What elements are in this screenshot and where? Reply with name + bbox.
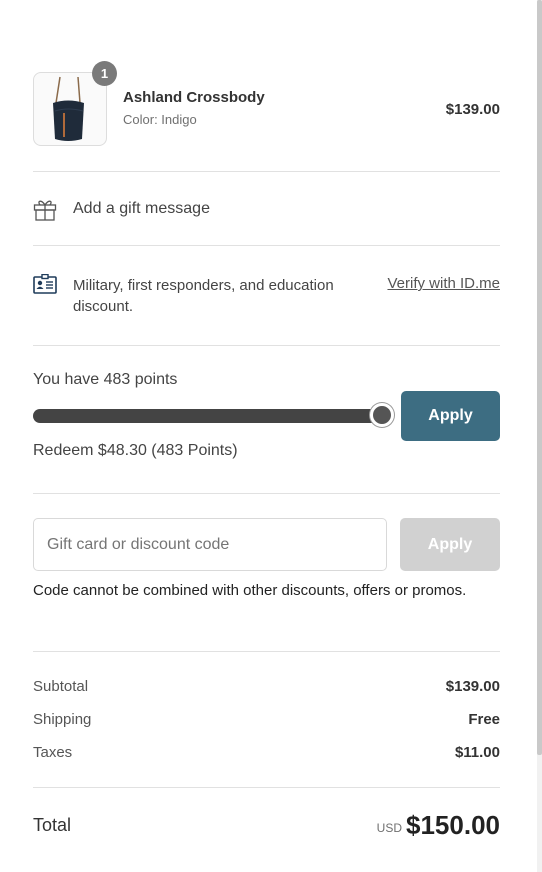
shipping-value: Free (468, 711, 500, 728)
apply-points-button[interactable]: Apply (401, 391, 500, 441)
points-slider-track[interactable] (33, 409, 383, 423)
divider (33, 245, 500, 246)
product-name: Ashland Crossbody (123, 89, 265, 106)
product-variant: Color: Indigo (123, 112, 197, 127)
subtotal-value: $139.00 (445, 678, 500, 695)
divider (33, 345, 500, 346)
handbag-image (53, 76, 84, 141)
divider (33, 493, 500, 494)
points-balance-label: You have 483 points (33, 371, 178, 388)
add-gift-message-link[interactable]: Add a gift message (73, 200, 210, 218)
taxes-label: Taxes (33, 744, 73, 761)
points-slider-handle[interactable] (370, 403, 394, 427)
discount-note: Code cannot be combined with other disco… (33, 582, 467, 599)
id-card-icon (33, 274, 57, 294)
subtotal-label: Subtotal (33, 678, 89, 695)
divider (33, 787, 500, 788)
product-price: $139.00 (445, 101, 500, 118)
discount-code-input[interactable] (33, 518, 387, 571)
scrollbar-thumb[interactable] (537, 0, 542, 755)
military-discount-text: Military, first responders, and educatio… (73, 277, 334, 315)
currency-code: USD (376, 821, 402, 835)
gift-icon (33, 200, 57, 221)
apply-discount-button[interactable]: Apply (400, 518, 500, 571)
shipping-label: Shipping (33, 711, 92, 728)
taxes-value: $11.00 (454, 744, 500, 761)
quantity-badge: 1 (92, 61, 117, 86)
divider (33, 171, 500, 172)
total-value: $150.00 (406, 810, 500, 840)
total-label: Total (33, 815, 72, 835)
page-scrollbar[interactable] (537, 0, 542, 872)
divider (33, 651, 500, 652)
verify-idme-link[interactable]: Verify with ID.me (387, 275, 500, 292)
redeem-amount-text: Redeem $48.30 (483 Points) (33, 442, 238, 459)
